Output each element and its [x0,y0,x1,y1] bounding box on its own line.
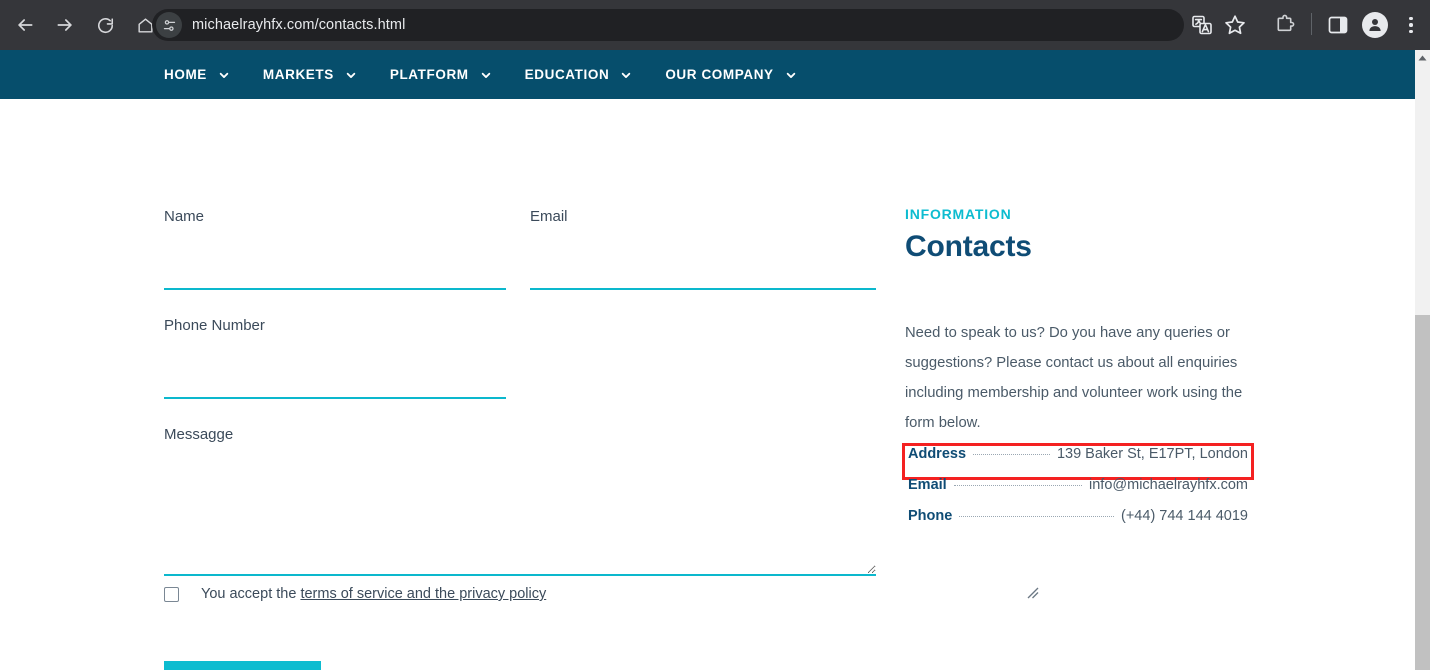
nav-item-platform-label: PLATFORM [389,67,469,82]
address-bar[interactable]: michaelrayhfx.com/contacts.html [152,9,1184,41]
tune-icon [163,19,175,31]
translate-icon[interactable] [1190,13,1214,37]
side-panel-glyph-icon [1328,16,1348,34]
nav-item-education-label: EDUCATION [524,67,610,82]
leader-dots [959,516,1115,517]
textarea-resize-handle[interactable] [1026,586,1040,600]
contact-key-address: Address [908,446,967,462]
terms-of-service-link[interactable]: terms of service and the privacy policy [300,586,546,602]
chevron-down-icon [786,72,795,78]
reload-button[interactable] [88,8,122,42]
person-icon [1369,19,1381,31]
chevron-down-icon [346,72,356,78]
menu-dot-3 [1409,29,1413,34]
back-button[interactable] [8,8,42,42]
send-message-button[interactable]: Send messagge [164,661,321,670]
nav-item-our-company-label: OUR COMPANY [665,67,774,82]
field-phone: Phone Number [164,317,506,399]
contact-details-list: Address 139 Baker St, E17PT, London Emai… [902,443,1254,539]
nav-item-markets[interactable]: MARKETS [263,67,356,82]
contact-row-address: Address 139 Baker St, E17PT, London [902,443,1254,480]
terms-prefix: You accept the [201,586,301,602]
terms-checkbox[interactable] [164,586,179,602]
menu-dot-1 [1409,16,1413,21]
information-description: Need to speak to us? Do you have any que… [905,324,1243,431]
contact-value-address: 139 Baker St, E17PT, London [1056,446,1248,462]
nav-item-education[interactable]: EDUCATION [525,67,632,82]
chrome-menu-button[interactable] [1400,13,1422,37]
nav-item-markets-label: MARKETS [262,67,334,82]
site-navigation-items: HOME MARKETS PLATFORM EDUCATION OUR COMP… [164,67,830,82]
nav-item-our-company[interactable]: OUR COMPANY [665,67,795,82]
extensions-icon[interactable] [1273,13,1297,37]
vertical-scroll-thumb[interactable] [1415,315,1430,670]
terms-acceptance-row: You accept the terms of service and the … [164,586,546,602]
toolbar-divider [1311,13,1312,35]
chevron-down-icon [481,72,490,78]
forward-arrow-icon [57,19,72,31]
side-panel-icon[interactable] [1326,13,1350,37]
email-input[interactable] [530,233,876,290]
page-viewport: HOME MARKETS PLATFORM EDUCATION OUR COMP… [0,50,1415,670]
nav-item-home[interactable]: HOME [164,67,229,82]
email-label: Email [530,208,568,225]
leader-dots [973,454,1050,455]
scroll-up-button[interactable] [1415,50,1430,66]
menu-dot-2 [1409,23,1413,27]
leader-dots [953,485,1083,486]
information-eyebrow: INFORMATION [905,206,1012,222]
contact-row-phone: Phone (+44) 744 144 4019 [905,508,1251,539]
star-glyph-icon [1225,15,1245,35]
phone-input[interactable] [164,342,506,399]
contact-row-email: Email info@michaelrayhfx.com [905,477,1251,508]
forward-button[interactable] [48,8,82,42]
contact-value-phone: (+44) 744 144 4019 [1121,508,1248,524]
name-label: Name [164,208,205,225]
scroll-up-icon [1418,55,1427,61]
profile-avatar[interactable] [1362,12,1388,38]
page-title: Contacts [905,230,1032,263]
name-input[interactable] [164,233,506,290]
browser-toolbar: michaelrayhfx.com/contacts.html [0,0,1430,50]
nav-item-home-label: HOME [164,67,207,82]
nav-item-platform[interactable]: PLATFORM [390,67,491,82]
vertical-scrollbar[interactable] [1415,50,1430,670]
message-textarea[interactable] [164,451,876,576]
back-arrow-icon [18,19,33,31]
address-bar-url: michaelrayhfx.com/contacts.html [192,17,406,33]
contact-value-email: info@michaelrayhfx.com [1089,477,1248,493]
reload-icon [97,17,113,33]
bookmark-star-icon[interactable] [1223,13,1247,37]
contact-key-phone: Phone [908,508,953,524]
site-navigation-bar: HOME MARKETS PLATFORM EDUCATION OUR COMP… [0,50,1415,99]
chevron-down-icon [219,72,229,78]
translate-glyph-icon [1192,15,1212,35]
chevron-down-icon [622,72,631,78]
puzzle-piece-icon [1277,14,1295,32]
message-label: Messagge [164,426,234,443]
field-message: Messagge [164,426,876,576]
contact-key-email: Email [908,477,947,493]
site-info-icon[interactable] [156,12,182,38]
page-content: Name Email Phone Number Messagge You acc… [0,99,1415,670]
phone-label: Phone Number [164,317,265,334]
terms-text: You accept the terms of service and the … [201,586,546,602]
